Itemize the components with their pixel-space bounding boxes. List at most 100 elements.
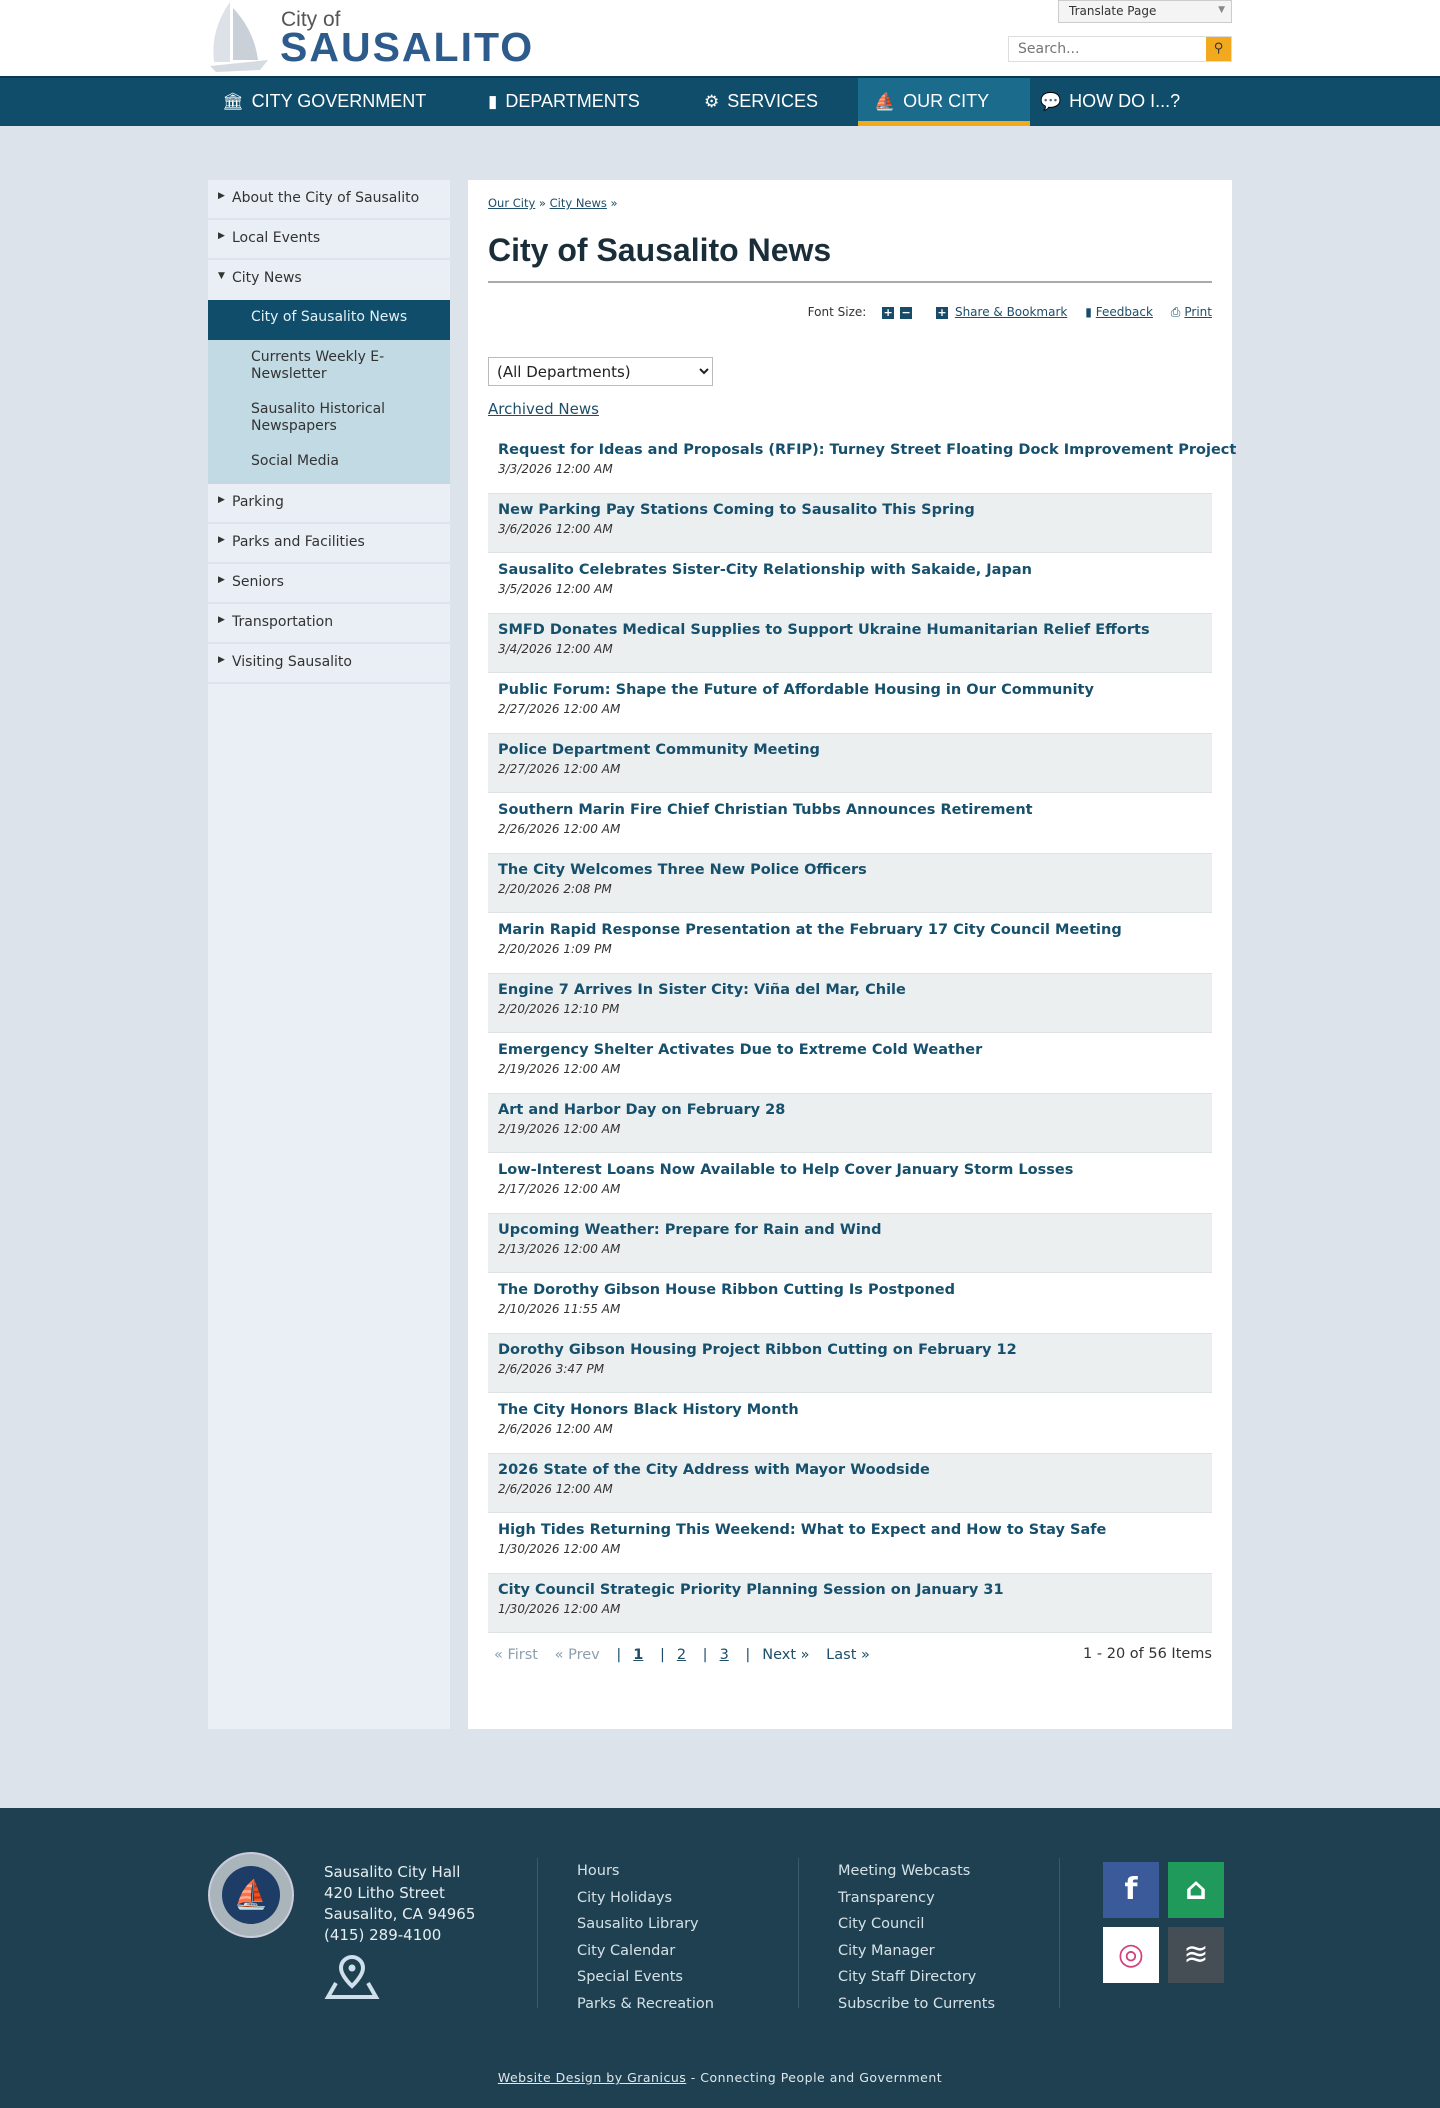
translate-select[interactable]: Translate Page ▼	[1058, 0, 1232, 23]
print-link[interactable]: Print	[1184, 305, 1212, 319]
news-item: City Council Strategic Priority Planning…	[488, 1573, 1212, 1633]
caret-right-icon: ▶	[218, 615, 225, 625]
news-title-link[interactable]: Engine 7 Arrives In Sister City: Viña de…	[498, 982, 1202, 998]
search-input[interactable]	[1009, 37, 1204, 61]
news-item: New Parking Pay Stations Coming to Sausa…	[488, 493, 1212, 553]
news-title-link[interactable]: Southern Marin Fire Chief Christian Tubb…	[498, 802, 1202, 818]
breadcrumb: Our City » City News »	[488, 196, 618, 210]
news-title-link[interactable]: SMFD Donates Medical Supplies to Support…	[498, 622, 1202, 638]
footer-link[interactable]: Meeting Webcasts	[838, 1858, 995, 1885]
sidebar-item-visiting[interactable]: ▶ Visiting Sausalito	[208, 644, 450, 684]
news-title-link[interactable]: Request for Ideas and Proposals (RFIP): …	[498, 442, 1236, 458]
news-item: Request for Ideas and Proposals (RFIP): …	[488, 433, 1236, 493]
sidebar-item-city-news[interactable]: ▼ City News	[208, 260, 450, 300]
address-line: 420 Litho Street	[324, 1884, 445, 1902]
print-icon: ⎙	[1170, 305, 1181, 319]
news-title-link[interactable]: Sausalito Celebrates Sister-City Relatio…	[498, 562, 1202, 578]
nav-city-government[interactable]: 🏛 CITY GOVERNMENT	[222, 78, 426, 126]
news-title-link[interactable]: The City Honors Black History Month	[498, 1402, 1202, 1418]
nav-how-do-i[interactable]: 💬 HOW DO I...?	[1040, 78, 1180, 126]
news-title-link[interactable]: Police Department Community Meeting	[498, 742, 1202, 758]
breadcrumb-city-news[interactable]: City News	[550, 196, 607, 210]
news-item: Upcoming Weather: Prepare for Rain and W…	[488, 1213, 1212, 1273]
instagram-icon[interactable]: ◎	[1103, 1927, 1159, 1983]
sidebar-subitem-social-media[interactable]: Social Media	[208, 444, 450, 484]
site-footer: ⛵ Sausalito City Hall 420 Litho Street S…	[0, 1808, 1440, 2108]
page-3[interactable]: 3	[720, 1647, 729, 1663]
news-title-link[interactable]: New Parking Pay Stations Coming to Sausa…	[498, 502, 1202, 518]
sailboat-icon: ⛵	[874, 92, 896, 111]
sidebar-subitem-currents[interactable]: Currents Weekly E-Newsletter	[208, 340, 450, 392]
footer-link[interactable]: Subscribe to Currents	[838, 1991, 995, 2018]
nav-our-city[interactable]: ⛵ OUR CITY	[858, 78, 1030, 126]
nav-label: OUR CITY	[903, 91, 990, 111]
sidebar-item-about[interactable]: ▶ About the City of Sausalito	[208, 180, 450, 220]
news-date: 2/20/2026 2:08 PM	[498, 882, 612, 896]
news-title-link[interactable]: Dorothy Gibson Housing Project Ribbon Cu…	[498, 1342, 1202, 1358]
next-page[interactable]: Next »	[762, 1647, 809, 1663]
search-button[interactable]: ⚲	[1206, 37, 1231, 61]
sidebar-label: Visiting Sausalito	[232, 654, 352, 670]
footer-link[interactable]: Hours	[577, 1858, 714, 1885]
news-title-link[interactable]: Emergency Shelter Activates Due to Extre…	[498, 1042, 1202, 1058]
sidebar-item-seniors[interactable]: ▶ Seniors	[208, 564, 450, 604]
pagination: « First « Prev | 1 | 2 | 3 | Next » Last »	[494, 1647, 870, 1663]
share-bookmark-link[interactable]: Share & Bookmark	[955, 305, 1067, 319]
breadcrumb-our-city[interactable]: Our City	[488, 196, 535, 210]
news-title-link[interactable]: Art and Harbor Day on February 28	[498, 1102, 1202, 1118]
gears-icon: ⚙	[704, 92, 720, 111]
sidebar-subitem-city-news[interactable]: City of Sausalito News	[208, 300, 450, 340]
sidebar-item-local-events[interactable]: ▶ Local Events	[208, 220, 450, 260]
news-title-link[interactable]: The Dorothy Gibson House Ribbon Cutting …	[498, 1282, 1202, 1298]
nextdoor-home-icon[interactable]: ⌂	[1168, 1862, 1224, 1918]
department-filter[interactable]: (All Departments)	[488, 357, 713, 386]
map-pin-icon[interactable]	[324, 1953, 380, 1999]
news-date: 3/3/2026 12:00 AM	[498, 462, 613, 476]
footer-divider	[1059, 1858, 1060, 2008]
footer-link[interactable]: City Council	[838, 1911, 995, 1938]
page-2[interactable]: 2	[677, 1647, 686, 1663]
footer-link[interactable]: Sausalito Library	[577, 1911, 714, 1938]
nav-services[interactable]: ⚙ SERVICES	[704, 78, 818, 126]
news-date: 2/20/2026 12:10 PM	[498, 1002, 620, 1016]
footer-link[interactable]: Transparency	[838, 1885, 995, 1912]
site-logo[interactable]: City of SAUSALITO	[208, 0, 532, 74]
address-line: Sausalito City Hall	[324, 1863, 461, 1881]
sidebar-subitem-historical-newspapers[interactable]: Sausalito Historical Newspapers	[208, 392, 450, 444]
footer-link[interactable]: City Calendar	[577, 1938, 714, 1965]
footer-links-1: Hours City Holidays Sausalito Library City …	[537, 1858, 714, 2012]
footer-link[interactable]: City Manager	[838, 1938, 995, 1965]
last-page[interactable]: Last »	[826, 1647, 870, 1663]
sidebar-item-transportation[interactable]: ▶ Transportation	[208, 604, 450, 644]
news-title-link[interactable]: Upcoming Weather: Prepare for Rain and W…	[498, 1222, 1202, 1238]
archived-news-link[interactable]: Archived News	[488, 400, 599, 418]
news-date: 2/10/2026 11:55 AM	[498, 1302, 621, 1316]
footer-credit: Website Design by Granicus - Connecting …	[0, 2070, 1440, 2085]
city-hall-address: Sausalito City Hall 420 Litho Street Sau…	[324, 1862, 475, 1946]
nav-label: CITY GOVERNMENT	[251, 91, 427, 111]
credit-text: - Connecting People and Government	[686, 2070, 943, 2085]
news-title-link[interactable]: 2026 State of the City Address with Mayo…	[498, 1462, 1202, 1478]
news-title-link[interactable]: Low-Interest Loans Now Available to Help…	[498, 1162, 1202, 1178]
news-title-link[interactable]: Public Forum: Shape the Future of Afford…	[498, 682, 1202, 698]
footer-link[interactable]: City Holidays	[577, 1885, 714, 1912]
news-title-link[interactable]: The City Welcomes Three New Police Offic…	[498, 862, 1202, 878]
news-title-link[interactable]: High Tides Returning This Weekend: What …	[498, 1522, 1202, 1538]
sidebar-item-parks[interactable]: ▶ Parks and Facilities	[208, 524, 450, 564]
font-increase-icon[interactable]: +	[882, 307, 895, 319]
footer-link[interactable]: Parks & Recreation	[577, 1991, 714, 2018]
news-date: 2/17/2026 12:00 AM	[498, 1182, 621, 1196]
footer-link[interactable]: City Staff Directory	[838, 1964, 995, 1991]
nav-departments[interactable]: ▮ DEPARTMENTS	[488, 78, 640, 126]
bridge-logo-icon[interactable]: ≋	[1168, 1927, 1224, 1983]
facebook-icon[interactable]: f	[1103, 1862, 1159, 1918]
sidebar-item-parking[interactable]: ▶ Parking	[208, 484, 450, 524]
news-title-link[interactable]: Marin Rapid Response Presentation at the…	[498, 922, 1202, 938]
granicus-link[interactable]: Website Design by Granicus	[498, 2070, 686, 2085]
page-1[interactable]: 1	[633, 1647, 643, 1663]
news-title-link[interactable]: City Council Strategic Priority Planning…	[498, 1582, 1202, 1598]
caret-right-icon: ▶	[218, 191, 225, 201]
font-decrease-icon[interactable]: −	[900, 307, 913, 319]
footer-link[interactable]: Special Events	[577, 1964, 714, 1991]
feedback-link[interactable]: Feedback	[1096, 305, 1153, 319]
